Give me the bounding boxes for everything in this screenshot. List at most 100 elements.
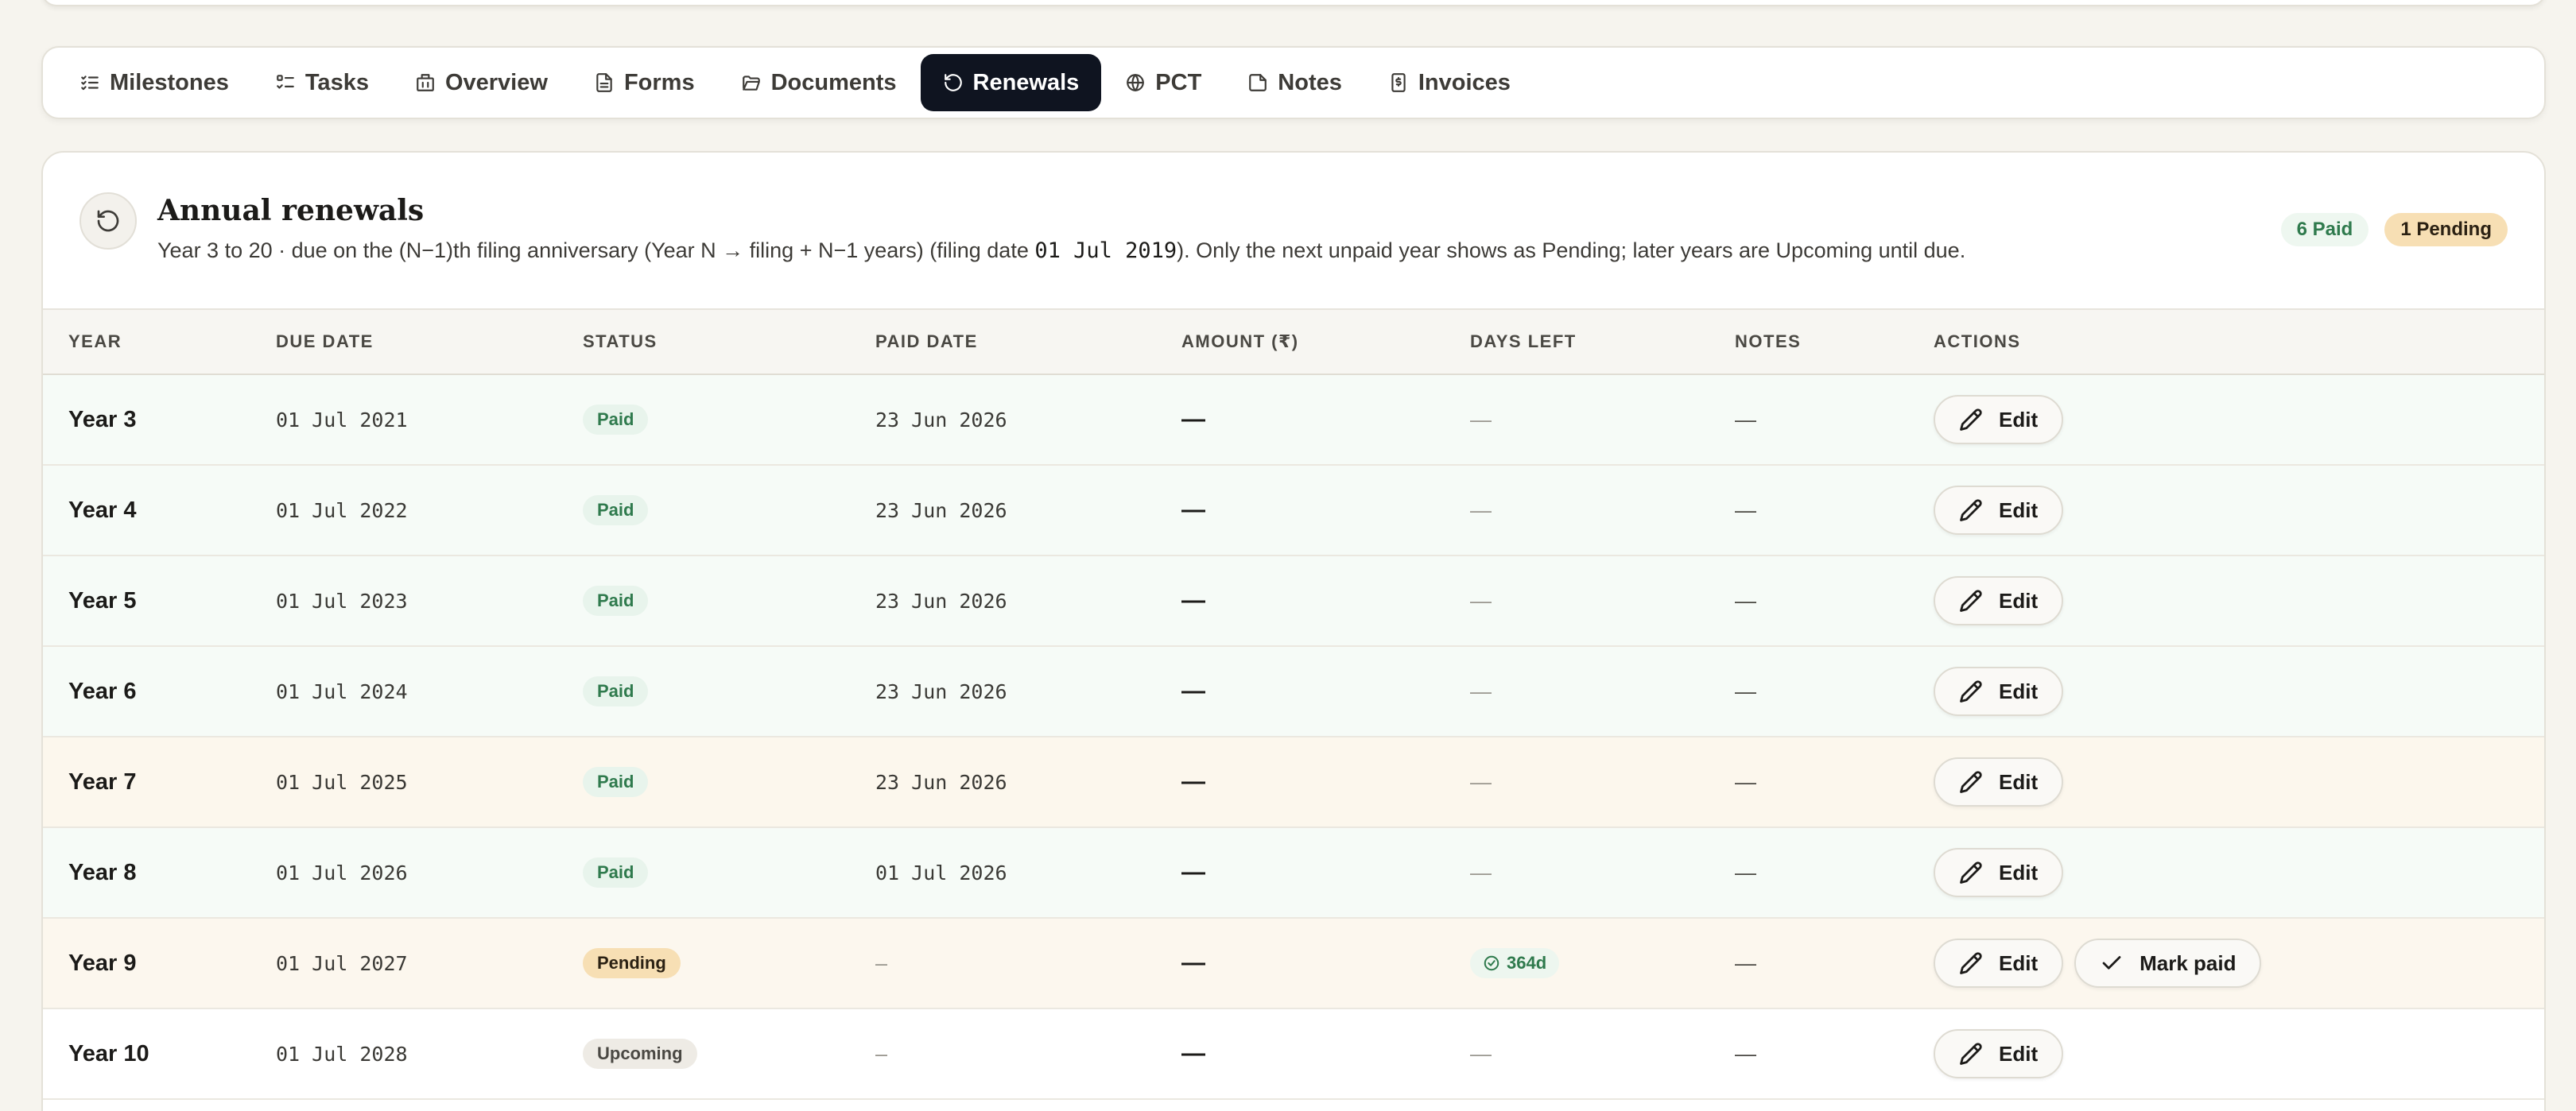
edit-label: Edit <box>1999 1041 2039 1066</box>
amount-cell: — <box>1181 1040 1205 1066</box>
file-text-icon <box>596 73 612 92</box>
renewals-header-icon <box>80 192 137 250</box>
days-left-cell: — <box>1470 860 1492 885</box>
top-card-edge <box>41 0 2546 6</box>
notes-cell: — <box>1735 588 1756 613</box>
status-badge: Paid <box>583 405 649 435</box>
building-icon <box>417 74 434 91</box>
list-check-icon <box>81 75 99 91</box>
due-date-cell: 01 Jul 2023 <box>276 589 408 613</box>
tab-milestones[interactable]: Milestones <box>57 54 251 111</box>
pencil-icon <box>1960 499 1982 521</box>
circle-check-icon <box>1484 955 1499 971</box>
edit-button[interactable]: Edit <box>1934 939 2064 988</box>
section-subtitle: Year 3 to 20 · due on the (N−1)th filing… <box>157 238 1965 263</box>
pencil-icon <box>1960 408 1982 431</box>
paid-date-cell: 01 Jul 2026 <box>875 861 1007 885</box>
year-cell: Year 7 <box>68 768 137 795</box>
edit-label: Edit <box>1999 679 2039 703</box>
status-cell: Paid <box>583 827 875 918</box>
edit-button[interactable]: Edit <box>1934 576 2064 625</box>
edit-label: Edit <box>1999 497 2039 522</box>
edit-button[interactable]: Edit <box>1934 395 2064 444</box>
mark-paid-button[interactable]: Mark paid <box>2074 939 2262 988</box>
amount-cell: — <box>1181 859 1205 885</box>
filing-date: 01 Jul 2019 <box>1034 238 1177 263</box>
status-cell: Paid <box>583 737 875 827</box>
table-row: Year 4 01 Jul 2022 Paid 23 Jun 2026 — — … <box>43 465 2544 556</box>
edit-button[interactable]: Edit <box>1934 1029 2064 1078</box>
column-header-amount: AMOUNT (₹) <box>1181 308 1470 375</box>
table-row: Year 8 01 Jul 2026 Paid 01 Jul 2026 — — … <box>43 827 2544 918</box>
year-cell: Year 4 <box>68 497 137 523</box>
notes-cell: — <box>1735 950 1756 975</box>
tab-overview[interactable]: Overview <box>393 54 570 111</box>
notes-cell: — <box>1735 1041 1756 1066</box>
actions-cell: Edit <box>1934 827 2544 918</box>
amount-cell: — <box>1181 678 1205 704</box>
amount-cell: — <box>1181 406 1205 432</box>
edit-button[interactable]: Edit <box>1934 848 2064 897</box>
tab-bar: Milestones Tasks Overview Forms Document… <box>41 46 2546 119</box>
column-header-status: STATUS <box>583 308 875 375</box>
table-row: Year 5 01 Jul 2023 Paid 23 Jun 2026 — — … <box>43 556 2544 646</box>
status-cell: Paid <box>583 465 875 556</box>
renewals-header: Annual renewals Year 3 to 20 · due on th… <box>43 153 2544 308</box>
tab-label: PCT <box>1155 69 1202 95</box>
actions-cell: Edit <box>1934 646 2544 737</box>
days-left-cell: — <box>1470 497 1492 522</box>
mark-paid-label: Mark paid <box>2140 950 2237 975</box>
tab-label: Overview <box>444 69 548 95</box>
status-cell: Paid <box>583 374 875 465</box>
notes-cell: — <box>1735 679 1756 703</box>
paid-date-cell: 23 Jun 2026 <box>875 679 1007 703</box>
status-cell: Paid <box>583 646 875 737</box>
paid-date-cell: – <box>875 950 888 975</box>
paid-date-cell: – <box>875 1041 888 1066</box>
paid-date-cell: 23 Jun 2026 <box>875 770 1007 794</box>
tab-pct[interactable]: PCT <box>1103 54 1224 111</box>
tab-label: Notes <box>1278 69 1342 95</box>
tab-notes[interactable]: Notes <box>1225 54 1364 111</box>
edit-label: Edit <box>1999 860 2039 885</box>
pencil-icon <box>1960 952 1982 974</box>
check-icon <box>2102 956 2121 970</box>
table-row: Year 7 01 Jul 2025 Paid 23 Jun 2026 — — … <box>43 737 2544 827</box>
due-date-cell: 01 Jul 2024 <box>276 679 408 703</box>
notes-cell: — <box>1735 407 1756 432</box>
days-left-cell: — <box>1470 1041 1492 1066</box>
edit-button[interactable]: Edit <box>1934 757 2064 807</box>
column-header-year: YEAR <box>43 308 276 375</box>
renewals-table: YEAR DUE DATE STATUS PAID DATE AMOUNT (₹… <box>43 308 2544 1100</box>
actions-cell: Edit <box>1934 1008 2544 1099</box>
actions-cell: Edit <box>1934 556 2544 646</box>
due-date-cell: 01 Jul 2021 <box>276 408 408 432</box>
amount-cell: — <box>1181 950 1205 976</box>
year-cell: Year 10 <box>68 1040 149 1066</box>
notes-cell: — <box>1735 860 1756 885</box>
pencil-icon <box>1960 1043 1982 1065</box>
actions-cell: Edit <box>1934 737 2544 827</box>
pencil-icon <box>1960 861 1982 884</box>
status-badge: Paid <box>583 586 649 616</box>
table-row: Year 6 01 Jul 2024 Paid 23 Jun 2026 — — … <box>43 646 2544 737</box>
globe-icon <box>1127 74 1145 91</box>
days-left-cell: — <box>1470 679 1492 703</box>
amount-cell: — <box>1181 587 1205 614</box>
status-badge: Paid <box>583 676 649 706</box>
tab-renewals[interactable]: Renewals <box>920 54 1102 111</box>
folder-open-icon <box>742 75 760 91</box>
column-header-notes: NOTES <box>1735 308 1934 375</box>
tab-invoices[interactable]: Invoices <box>1366 54 1533 111</box>
due-date-cell: 01 Jul 2022 <box>276 498 408 522</box>
tab-documents[interactable]: Documents <box>719 54 919 111</box>
column-header-actions: ACTIONS <box>1934 308 2544 375</box>
tab-forms[interactable]: Forms <box>572 54 717 111</box>
column-header-due-date: DUE DATE <box>276 308 583 375</box>
tab-tasks[interactable]: Tasks <box>253 54 391 111</box>
year-cell: Year 6 <box>68 678 137 704</box>
days-left-value: 364d <box>1507 953 1547 973</box>
edit-button[interactable]: Edit <box>1934 667 2064 716</box>
actions-cell: Edit <box>1934 465 2544 556</box>
edit-button[interactable]: Edit <box>1934 486 2064 535</box>
